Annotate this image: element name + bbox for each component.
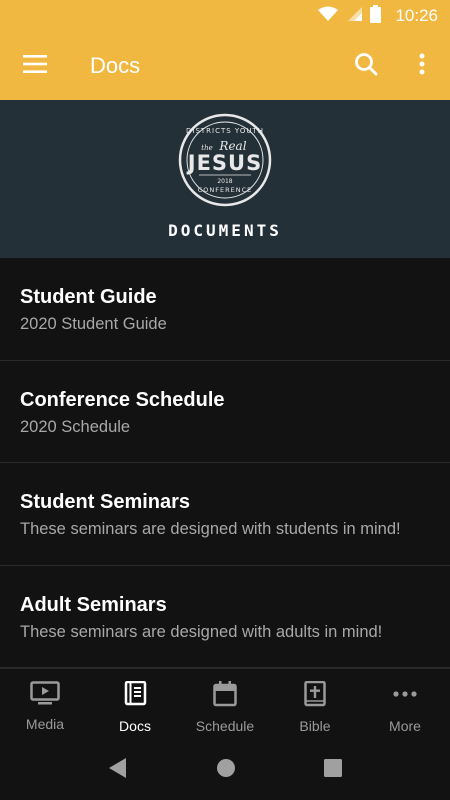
svg-text:DISTRICTS YOUTH: DISTRICTS YOUTH <box>186 127 264 135</box>
tv-play-icon <box>30 681 60 710</box>
recents-icon[interactable] <box>324 758 342 782</box>
documents-list: Student Guide 2020 Student Guide Confere… <box>0 258 450 668</box>
home-icon[interactable] <box>216 758 236 783</box>
nav-label-more: More <box>389 718 421 734</box>
calendar-icon <box>213 681 237 712</box>
document-title: Student Guide <box>20 286 157 308</box>
cell-signal-icon <box>346 6 363 27</box>
svg-text:JESUS: JESUS <box>186 151 262 175</box>
page-title: Docs <box>90 53 141 78</box>
status-time: 10:26 <box>395 6 438 25</box>
status-bar: 10:26 <box>0 0 450 32</box>
nav-item-schedule[interactable]: Schedule <box>180 669 270 740</box>
document-subtitle: These seminars are designed with adults … <box>20 622 383 641</box>
document-subtitle: 2020 Schedule <box>20 417 131 436</box>
document-subtitle: 2020 Student Guide <box>20 315 167 333</box>
menu-button[interactable] <box>0 32 70 100</box>
nav-item-more[interactable]: More <box>360 669 450 740</box>
wifi-icon <box>318 6 339 27</box>
list-item[interactable]: Student Seminars These seminars are desi… <box>0 463 450 566</box>
nav-label-docs: Docs <box>119 718 151 734</box>
search-icon <box>354 52 378 81</box>
nav-item-docs[interactable]: Docs <box>90 669 180 740</box>
list-item[interactable]: Adult Seminars These seminars are design… <box>0 566 450 668</box>
nav-item-bible[interactable]: Bible <box>270 669 360 740</box>
more-vertical-icon <box>419 53 425 80</box>
documents-banner: DISTRICTS YOUTH the Real JESUS 2018 CONF… <box>0 100 450 258</box>
hamburger-menu-icon <box>23 54 47 78</box>
nav-label-media: Media <box>25 716 65 732</box>
bible-icon <box>303 680 327 712</box>
document-subtitle: These seminars are designed with student… <box>20 520 401 538</box>
more-horizontal-icon <box>392 681 418 712</box>
nav-label-bible: Bible <box>299 718 331 734</box>
document-title: Student Seminars <box>20 491 191 513</box>
banner-title: DOCUMENTS <box>168 221 282 240</box>
app-bar: Docs <box>0 32 450 100</box>
back-icon[interactable] <box>108 757 128 784</box>
search-button[interactable] <box>338 32 394 100</box>
nav-item-media[interactable]: Media <box>0 669 90 740</box>
document-title: Conference Schedule <box>20 388 225 411</box>
bottom-navigation: Media Docs Schedule Bible More <box>0 668 450 740</box>
list-item[interactable]: Student Guide 2020 Student Guide <box>0 258 450 361</box>
nav-label-schedule: Schedule <box>195 718 255 734</box>
list-item[interactable]: Conference Schedule 2020 Schedule <box>0 361 450 463</box>
document-title: Adult Seminars <box>20 593 167 616</box>
battery-icon <box>370 4 382 28</box>
svg-text:2018: 2018 <box>217 178 232 185</box>
conference-logo: DISTRICTS YOUTH the Real JESUS 2018 CONF… <box>177 112 273 213</box>
overflow-menu-button[interactable] <box>394 32 450 100</box>
book-icon <box>123 680 147 712</box>
system-navigation-bar <box>0 740 450 800</box>
svg-text:CONFERENCE: CONFERENCE <box>198 186 253 194</box>
